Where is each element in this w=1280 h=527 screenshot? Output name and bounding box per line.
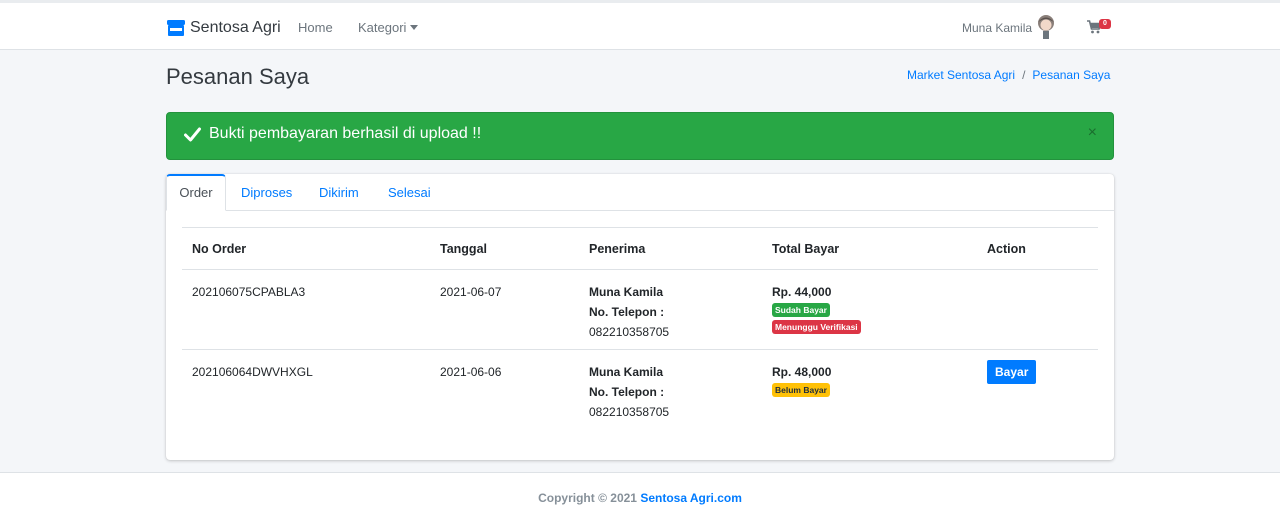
nav-kategori-label: Kategori	[358, 20, 407, 35]
footer: Copyright © 2021 Sentosa Agri.com	[0, 472, 1280, 527]
avatar-icon[interactable]	[1034, 13, 1058, 41]
total-amount: Rp. 48,000	[772, 365, 832, 379]
recipient-name: Muna Kamila	[589, 285, 664, 299]
column-header: Penerima	[579, 227, 762, 270]
column-header: Action	[977, 227, 1098, 270]
total-cell: Rp. 44,000 Sudah Bayar Menunggu Verifika…	[762, 269, 977, 350]
brand-link[interactable]: Sentosa Agri	[166, 16, 281, 40]
phone-number: 082210358705	[589, 405, 670, 419]
column-header: Tanggal	[430, 227, 579, 270]
success-alert: Bukti pembayaran berhasil di upload !! ×	[166, 112, 1114, 160]
table-header-row: No Order Tanggal Penerima Total Bayar Ac…	[182, 227, 1098, 270]
top-navbar: Sentosa Agri Home Kategori Muna Kamila 0	[0, 0, 1280, 50]
column-header: No Order	[182, 227, 430, 270]
total-amount: Rp. 44,000	[772, 285, 832, 299]
table-row: 202106064DWVHXGL 2021-06-06 Muna Kamila …	[182, 350, 1098, 430]
nav-home[interactable]: Home	[298, 20, 333, 35]
check-icon	[184, 127, 201, 142]
orders-card: Order Diproses Dikirim Selesai No Order …	[166, 174, 1114, 460]
total-cell: Rp. 48,000 Belum Bayar	[762, 350, 977, 430]
brand-name: Sentosa Agri	[190, 19, 281, 36]
breadcrumb-current[interactable]: Pesanan Saya	[1032, 68, 1110, 82]
breadcrumb-market[interactable]: Market Sentosa Agri	[907, 68, 1015, 82]
table-row: 202106075CPABLA3 2021-06-07 Muna Kamila …	[182, 269, 1098, 350]
tab-order[interactable]: Order	[166, 174, 226, 211]
tab-diproses[interactable]: Diproses	[241, 174, 292, 211]
tab-selesai[interactable]: Selesai	[388, 174, 431, 211]
action-cell	[977, 269, 1098, 350]
orders-table: No Order Tanggal Penerima Total Bayar Ac…	[182, 227, 1098, 430]
action-cell: Bayar	[977, 350, 1098, 430]
user-name[interactable]: Muna Kamila	[962, 21, 1032, 35]
footer-link[interactable]: Sentosa Agri.com	[640, 491, 742, 505]
recipient-cell: Muna Kamila No. Telepon : 082210358705	[579, 269, 762, 350]
order-date: 2021-06-06	[440, 365, 502, 379]
page-title: Pesanan Saya	[166, 64, 310, 89]
cart-count-badge: 0	[1099, 19, 1111, 29]
close-icon[interactable]: ×	[1088, 124, 1097, 142]
store-icon	[167, 20, 185, 36]
recipient-cell: Muna Kamila No. Telepon : 082210358705	[579, 350, 762, 430]
tab-dikirim[interactable]: Dikirim	[319, 174, 359, 211]
phone-label: No. Telepon :	[589, 305, 665, 319]
order-tabs: Order Diproses Dikirim Selesai	[166, 174, 1114, 211]
column-header: Total Bayar	[762, 227, 977, 270]
recipient-name: Muna Kamila	[589, 365, 664, 379]
status-badge-unpaid: Belum Bayar	[772, 383, 830, 397]
phone-label: No. Telepon :	[589, 385, 665, 399]
footer-copyright: Copyright © 2021	[538, 491, 637, 505]
breadcrumb-separator: /	[1022, 68, 1026, 82]
status-badge-verification: Menunggu Verifikasi	[772, 320, 861, 334]
nav-kategori-dropdown[interactable]: Kategori	[358, 20, 419, 35]
order-number: 202106075CPABLA3	[182, 269, 430, 350]
alert-message: Bukti pembayaran berhasil di upload !!	[209, 125, 482, 142]
breadcrumb: Market Sentosa Agri / Pesanan Saya	[907, 68, 1110, 82]
status-badge-paid: Sudah Bayar	[772, 303, 830, 317]
order-number: 202106064DWVHXGL	[192, 365, 313, 379]
order-date: 2021-06-07	[430, 269, 579, 350]
phone-number: 082210358705	[589, 325, 670, 339]
caret-down-icon	[410, 25, 419, 30]
pay-button[interactable]: Bayar	[987, 360, 1037, 384]
